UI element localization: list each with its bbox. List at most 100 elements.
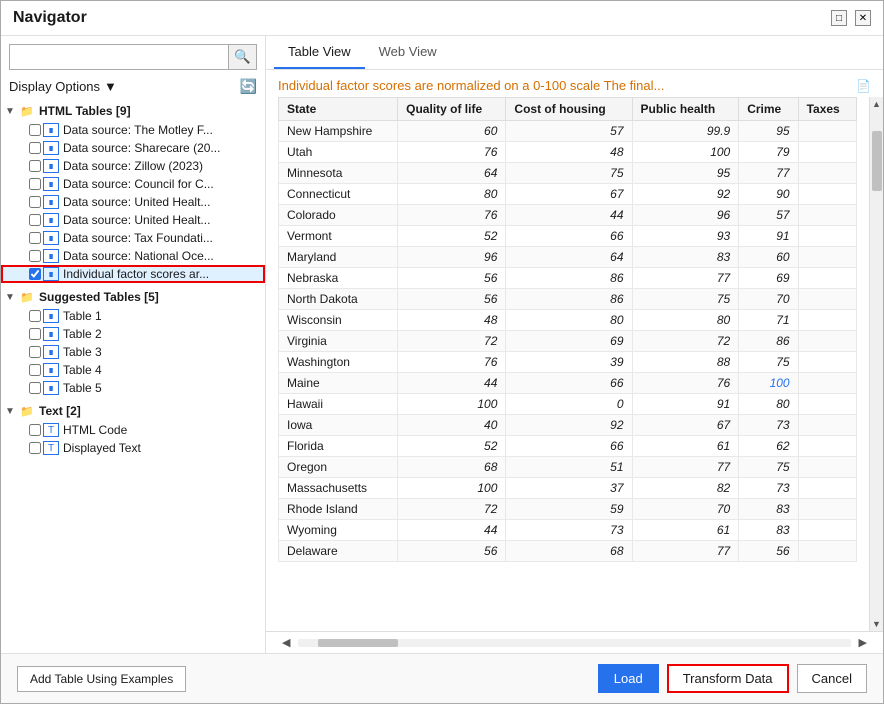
list-item[interactable]: ∎ Data source: Council for C... bbox=[1, 175, 265, 193]
list-item[interactable]: ∎ Table 2 bbox=[1, 325, 265, 343]
table-row: Oregon68517775 bbox=[279, 457, 857, 478]
table-icon: ∎ bbox=[43, 345, 59, 359]
list-item[interactable]: ∎ Data source: United Healt... bbox=[1, 193, 265, 211]
transform-data-button[interactable]: Transform Data bbox=[667, 664, 789, 693]
html-tables-section[interactable]: ▼ 📁 HTML Tables [9] bbox=[1, 101, 265, 121]
cancel-button[interactable]: Cancel bbox=[797, 664, 867, 693]
scroll-left-button[interactable]: ◀ bbox=[278, 634, 294, 651]
scroll-down-button[interactable]: ▼ bbox=[870, 617, 884, 631]
table-cell: 80 bbox=[632, 310, 739, 331]
tab-web-view[interactable]: Web View bbox=[365, 36, 451, 69]
list-item[interactable]: T Displayed Text bbox=[1, 439, 265, 457]
display-options-bar: Display Options ▼ 🔄 bbox=[1, 78, 265, 101]
table-cell: 83 bbox=[739, 520, 798, 541]
table-cell bbox=[798, 121, 856, 142]
add-table-button[interactable]: Add Table Using Examples bbox=[17, 666, 186, 692]
display-options-button[interactable]: Display Options ▼ bbox=[9, 79, 117, 94]
item-label: Data source: Tax Foundati... bbox=[63, 231, 213, 245]
table-cell: 88 bbox=[632, 352, 739, 373]
list-item[interactable]: ∎ Data source: National Oce... bbox=[1, 247, 265, 265]
close-button[interactable]: ✕ bbox=[855, 10, 871, 26]
item-label: Table 2 bbox=[63, 327, 102, 341]
export-icon[interactable]: 📄 bbox=[856, 79, 871, 93]
table-cell: 60 bbox=[739, 247, 798, 268]
refresh-icon[interactable]: 🔄 bbox=[240, 78, 257, 95]
table-cell: 66 bbox=[506, 436, 632, 457]
footer-left: Add Table Using Examples bbox=[17, 666, 186, 692]
list-item[interactable]: ∎ Table 5 bbox=[1, 379, 265, 397]
table-cell: 77 bbox=[739, 163, 798, 184]
table-cell: Hawaii bbox=[279, 394, 398, 415]
search-input[interactable] bbox=[10, 46, 228, 69]
load-button[interactable]: Load bbox=[598, 664, 659, 693]
list-item[interactable]: ∎ Data source: United Healt... bbox=[1, 211, 265, 229]
list-item[interactable]: ∎ Table 1 bbox=[1, 307, 265, 325]
item-checkbox[interactable] bbox=[29, 346, 41, 358]
table-cell: 57 bbox=[506, 121, 632, 142]
table-cell: 79 bbox=[739, 142, 798, 163]
item-checkbox[interactable] bbox=[29, 160, 41, 172]
footer: Add Table Using Examples Load Transform … bbox=[1, 653, 883, 703]
item-checkbox[interactable] bbox=[29, 142, 41, 154]
item-checkbox[interactable] bbox=[29, 382, 41, 394]
item-checkbox[interactable] bbox=[29, 214, 41, 226]
scroll-up-button[interactable]: ▲ bbox=[870, 97, 884, 111]
item-checkbox[interactable] bbox=[29, 124, 41, 136]
dropdown-arrow-icon: ▼ bbox=[104, 79, 117, 94]
list-item[interactable]: T HTML Code bbox=[1, 421, 265, 439]
horizontal-scrollbar[interactable]: ◀ ▶ bbox=[266, 631, 883, 653]
table-cell: Colorado bbox=[279, 205, 398, 226]
col-header-health: Public health bbox=[632, 98, 739, 121]
item-label: Data source: Council for C... bbox=[63, 177, 214, 191]
list-item[interactable]: ∎ Data source: The Motley F... bbox=[1, 121, 265, 139]
table-cell bbox=[798, 226, 856, 247]
item-checkbox[interactable] bbox=[29, 310, 41, 322]
item-checkbox[interactable] bbox=[29, 442, 41, 454]
item-checkbox[interactable] bbox=[29, 364, 41, 376]
minimize-button[interactable]: □ bbox=[831, 10, 847, 26]
list-item[interactable]: ∎ Data source: Sharecare (20... bbox=[1, 139, 265, 157]
table-cell: 56 bbox=[398, 541, 506, 562]
item-label: Table 5 bbox=[63, 381, 102, 395]
search-button[interactable]: 🔍 bbox=[228, 45, 256, 69]
list-item[interactable]: ∎ Data source: Tax Foundati... bbox=[1, 229, 265, 247]
table-cell: 76 bbox=[398, 205, 506, 226]
item-checkbox[interactable] bbox=[29, 328, 41, 340]
item-checkbox[interactable] bbox=[29, 196, 41, 208]
tab-table-view[interactable]: Table View bbox=[274, 36, 365, 69]
text-icon: T bbox=[43, 441, 59, 455]
list-item[interactable]: ∎ Table 4 bbox=[1, 361, 265, 379]
table-cell: 68 bbox=[506, 541, 632, 562]
table-row: Colorado76449657 bbox=[279, 205, 857, 226]
table-cell: 75 bbox=[506, 163, 632, 184]
table-cell bbox=[798, 499, 856, 520]
scroll-right-button[interactable]: ▶ bbox=[855, 634, 871, 651]
list-item[interactable]: ∎ Data source: Zillow (2023) bbox=[1, 157, 265, 175]
table-cell: Rhode Island bbox=[279, 499, 398, 520]
item-checkbox[interactable] bbox=[29, 424, 41, 436]
table-cell bbox=[798, 436, 856, 457]
table-cell: Maine bbox=[279, 373, 398, 394]
table-cell: 76 bbox=[398, 352, 506, 373]
scroll-thumb[interactable] bbox=[872, 131, 882, 191]
h-scroll-thumb[interactable] bbox=[318, 639, 398, 647]
folder-icon: 📁 bbox=[19, 404, 35, 418]
table-cell: 77 bbox=[632, 541, 739, 562]
table-cell: Minnesota bbox=[279, 163, 398, 184]
item-checkbox[interactable] bbox=[29, 232, 41, 244]
table-icon: ∎ bbox=[43, 231, 59, 245]
selected-item[interactable]: ∎ Individual factor scores ar... bbox=[1, 265, 265, 283]
list-item[interactable]: ∎ Table 3 bbox=[1, 343, 265, 361]
table-row: Hawaii10009180 bbox=[279, 394, 857, 415]
vertical-scrollbar[interactable]: ▲ ▼ bbox=[869, 97, 883, 631]
item-checkbox[interactable] bbox=[29, 250, 41, 262]
table-cell: 61 bbox=[632, 436, 739, 457]
text-section[interactable]: ▼ 📁 Text [2] bbox=[1, 401, 265, 421]
suggested-tables-section[interactable]: ▼ 📁 Suggested Tables [5] bbox=[1, 287, 265, 307]
table-cell: Washington bbox=[279, 352, 398, 373]
folder-icon: 📁 bbox=[19, 290, 35, 304]
item-checkbox[interactable] bbox=[29, 268, 41, 280]
item-checkbox[interactable] bbox=[29, 178, 41, 190]
table-row: North Dakota56867570 bbox=[279, 289, 857, 310]
data-table-wrapper[interactable]: State Quality of life Cost of housing Pu… bbox=[266, 97, 869, 631]
